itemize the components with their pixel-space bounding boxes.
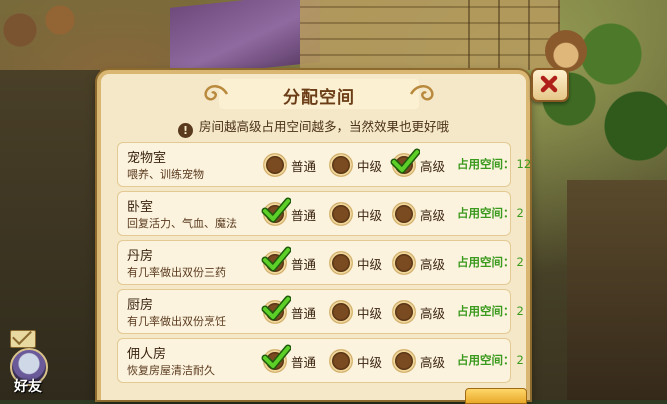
level-label: 高级	[420, 306, 446, 321]
space-usage: 占用空间： 2	[457, 352, 524, 368]
room-desc: 喂养、训练宠物	[127, 168, 204, 181]
info-icon: !	[177, 123, 193, 138]
radio-button[interactable]	[392, 349, 416, 373]
radio-button[interactable]	[392, 202, 416, 226]
scene-ground-right	[567, 180, 667, 400]
space-usage: 占用空间： 12	[457, 156, 531, 172]
room-list: 宠物室 喂养、训练宠物 普通 中级 高级 占用空间： 12 卧室 回复活力、气血、魔法 普通 中级高…	[117, 142, 531, 387]
scene-monkey-statue	[545, 30, 587, 72]
room-name: 卧室	[127, 200, 154, 215]
level-label: 中级	[357, 208, 383, 223]
radio-button[interactable]	[392, 300, 416, 324]
checkmark-icon	[390, 147, 421, 177]
radio-button[interactable]	[329, 153, 353, 177]
mail-icon[interactable]	[10, 330, 36, 348]
room-desc: 有几率做出双份烹饪	[127, 315, 226, 328]
room-desc: 有几率做出双份三药	[127, 266, 226, 279]
hint-text: 房间越高级占用空间越多，当然效果也更好哦	[198, 119, 449, 134]
friend-button[interactable]: 好友	[4, 330, 52, 396]
friend-label: 好友	[14, 379, 42, 395]
room-desc: 恢复房屋清洁耐久	[127, 364, 215, 377]
level-label: 中级	[357, 159, 383, 174]
space-value: 2	[516, 353, 524, 367]
dialog-title: 分配空间	[283, 88, 355, 108]
level-label: 高级	[420, 355, 446, 370]
level-label: 高级	[420, 257, 446, 272]
space-label: 占用空间：	[457, 353, 515, 367]
room-desc: 回复活力、气血、魔法	[127, 217, 237, 230]
space-label: 占用空间：	[457, 157, 515, 171]
room-row: 佣人房恢复房屋清洁耐久 普通 中级 高级 占用空间： 2	[117, 338, 524, 383]
level-label: 普通	[291, 355, 317, 370]
space-label: 占用空间：	[457, 304, 515, 318]
room-row: 丹房有几率做出双份三药 普通 中级 高级 占用空间： 2	[117, 240, 524, 285]
room-name: 宠物室	[127, 151, 167, 166]
room-row: 厨房有几率做出双份烹饪 普通 中级 高级 占用空间： 2	[117, 289, 524, 334]
dialog-hint: ! 房间越高级占用空间越多，当然效果也更好哦	[101, 116, 526, 138]
checkmark-icon	[261, 343, 292, 373]
level-label: 高级	[420, 159, 446, 174]
checkmark-icon	[261, 245, 292, 275]
room-name: 丹房	[127, 249, 154, 264]
space-label: 占用空间：	[457, 255, 515, 269]
level-label: 普通	[291, 257, 317, 272]
space-value: 12	[516, 157, 532, 171]
room-row: 卧室回复活力、气血、魔法 普通 中级 高级 占用空间： 2	[117, 191, 524, 236]
space-usage: 占用空间： 2	[457, 303, 524, 319]
level-label: 普通	[291, 208, 317, 223]
space-usage: 占用空间： 2	[457, 254, 524, 270]
checkmark-icon	[261, 196, 292, 226]
space-value: 2	[516, 304, 524, 318]
level-label: 中级	[357, 355, 383, 370]
level-label: 普通	[291, 159, 317, 174]
space-value: 2	[516, 255, 524, 269]
level-label: 高级	[420, 208, 446, 223]
confirm-button-edge[interactable]	[465, 388, 527, 404]
radio-button[interactable]	[329, 251, 353, 275]
radio-button[interactable]	[263, 153, 287, 177]
level-label: 普通	[291, 306, 317, 321]
radio-button[interactable]	[329, 349, 353, 373]
radio-button[interactable]	[329, 202, 353, 226]
space-label: 占用空间：	[457, 206, 515, 220]
dialog-title-bar: 分配空间	[204, 79, 434, 109]
radio-button[interactable]	[329, 300, 353, 324]
room-name: 厨房	[127, 298, 154, 313]
space-value: 2	[516, 206, 524, 220]
room-name: 佣人房	[127, 347, 167, 362]
scene-pots	[0, 0, 100, 60]
checkmark-icon	[261, 294, 292, 324]
level-label: 中级	[357, 306, 383, 321]
allocate-space-dialog: 分配空间 ! 房间越高级占用空间越多，当然效果也更好哦 宠物室 喂养、训练宠物 普通中…	[97, 70, 531, 400]
room-row: 宠物室喂养、训练宠物 普通 中级 高级 占用空间： 12	[117, 142, 531, 187]
close-x-icon	[540, 75, 558, 93]
close-button[interactable]	[531, 68, 569, 102]
radio-button[interactable]	[392, 251, 416, 275]
space-usage: 占用空间： 2	[457, 205, 524, 221]
level-label: 中级	[357, 257, 383, 272]
